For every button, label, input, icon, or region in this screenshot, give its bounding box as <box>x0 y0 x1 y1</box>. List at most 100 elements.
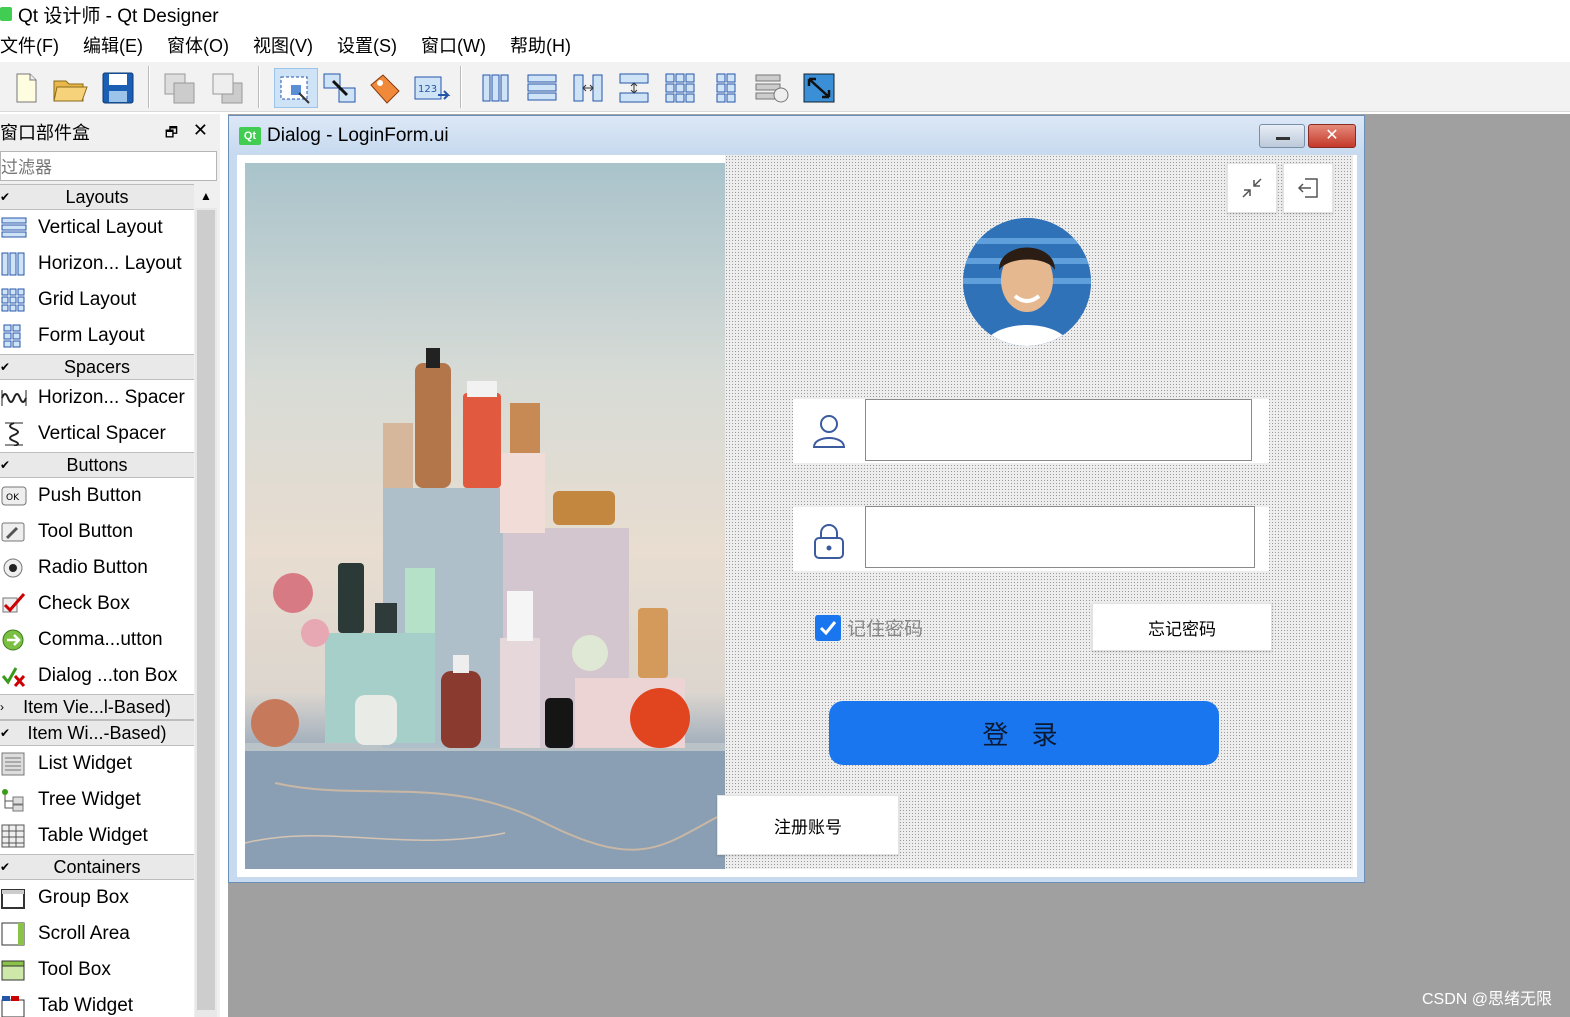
layout-form-icon[interactable] <box>706 68 746 108</box>
break-layout-icon[interactable] <box>752 68 792 108</box>
forgot-password-button[interactable]: 忘记密码 <box>1092 603 1272 651</box>
svg-text:123: 123 <box>418 84 437 95</box>
radio-button-icon <box>0 555 28 581</box>
widget-item-label: Grid Layout <box>38 289 137 310</box>
minimize-button[interactable] <box>1259 124 1305 148</box>
widget-filter-input[interactable] <box>0 151 217 181</box>
menu-bar: 文件(F) 编辑(E) 窗体(O) 视图(V) 设置(S) 窗口(W) 帮助(H… <box>0 30 595 60</box>
widget-item-horizon-spacer[interactable]: Horizon... Spacer <box>0 380 194 416</box>
minimize-form-button[interactable] <box>1227 163 1277 213</box>
menu-view[interactable]: 视图(V) <box>253 30 313 60</box>
menu-edit[interactable]: 编辑(E) <box>83 30 143 60</box>
collapse-arrows-icon <box>1242 178 1262 198</box>
layout-v-splitter-icon[interactable] <box>614 68 654 108</box>
dock-close-icon[interactable]: ✕ <box>193 120 208 141</box>
check-box-icon <box>0 591 28 617</box>
checkbox-checked-icon <box>815 614 841 641</box>
edit-widgets-icon[interactable] <box>274 68 318 108</box>
dock-float-icon[interactable]: 🗗 <box>165 122 178 146</box>
list-widget-icon <box>0 751 28 777</box>
category-expanded-icon: ✔ <box>0 860 11 874</box>
widget-item-tool-box[interactable]: Tool Box <box>0 952 194 988</box>
remember-checkbox[interactable]: 记住密码 <box>815 614 923 641</box>
category-label: Containers <box>53 857 141 877</box>
widget-item-label: Vertical Spacer <box>38 423 166 444</box>
category-item-wi-based[interactable]: ✔ Item Wi...-Based) <box>0 720 194 746</box>
open-form-icon[interactable] <box>50 68 90 108</box>
remember-label: 记住密码 <box>847 619 924 640</box>
scrollbar-thumb[interactable] <box>197 210 215 1010</box>
tool-box-icon <box>0 957 28 983</box>
layout-grid-icon[interactable] <box>660 68 700 108</box>
adjust-size-icon[interactable] <box>800 68 840 108</box>
category-label: Spacers <box>63 357 131 377</box>
tool-button-icon <box>0 519 28 545</box>
menu-window[interactable]: 窗口(W) <box>421 30 486 60</box>
category-layouts[interactable]: ✔ Layouts <box>0 184 194 210</box>
menu-form[interactable]: 窗体(O) <box>167 30 229 60</box>
category-spacers[interactable]: ✔ Spacers <box>0 354 194 380</box>
send-to-back-icon[interactable] <box>160 68 200 108</box>
edit-tab-order-icon[interactable]: 123 <box>412 68 452 108</box>
widget-item-vertical-spacer[interactable]: Vertical Spacer <box>0 416 194 452</box>
username-input[interactable] <box>865 399 1252 461</box>
widget-list-scrollbar[interactable]: ▲ <box>195 184 217 1017</box>
category-item-vie-l-based[interactable]: › Item Vie...l-Based) <box>0 694 194 720</box>
edit-buddies-icon[interactable] <box>366 68 406 108</box>
layout-horizontal-icon[interactable] <box>476 68 516 108</box>
watermark: CSDN @思绪无限 <box>1421 991 1552 1008</box>
widget-item-push-button[interactable]: OK Push Button <box>0 478 194 514</box>
edit-signals-slots-icon[interactable] <box>320 68 360 108</box>
layout-vertical-icon[interactable] <box>522 68 562 108</box>
widget-item-list-widget[interactable]: List Widget <box>0 746 194 782</box>
login-button[interactable]: 登 录 <box>829 701 1219 765</box>
exit-form-button[interactable] <box>1283 163 1333 213</box>
vertical-spacer-icon <box>0 421 28 447</box>
scroll-up-icon[interactable]: ▲ <box>195 184 217 208</box>
widget-item-radio-button[interactable]: Radio Button <box>0 550 194 586</box>
qt-icon: Qt <box>239 127 261 145</box>
widget-item-table-widget[interactable]: Table Widget <box>0 818 194 854</box>
widget-item-horizon-layout[interactable]: Horizon... Layout <box>0 246 194 282</box>
layout-h-splitter-icon[interactable] <box>568 68 608 108</box>
category-containers[interactable]: ✔ Containers <box>0 854 194 880</box>
menu-settings[interactable]: 设置(S) <box>337 30 397 60</box>
widget-item-tab-widget[interactable]: Tab Widget <box>0 988 194 1017</box>
widget-item-grid-layout[interactable]: Grid Layout <box>0 282 194 318</box>
widget-item-label: Form Layout <box>38 325 145 346</box>
password-input[interactable] <box>865 506 1255 568</box>
form-canvas: 记住密码 忘记密码 登 录 注册账号 <box>237 155 1357 877</box>
widget-item-vertical-layout[interactable]: Vertical Layout <box>0 210 194 246</box>
new-form-icon[interactable] <box>6 68 46 108</box>
category-label: Buttons <box>66 455 128 475</box>
widget-box-title: 窗口部件盒 <box>0 123 90 143</box>
widget-item-check-box[interactable]: Check Box <box>0 586 194 622</box>
category-collapsed-icon: › <box>0 700 4 714</box>
widget-item-tree-widget[interactable]: Tree Widget <box>0 782 194 818</box>
save-form-icon[interactable] <box>98 68 138 108</box>
bring-to-front-icon[interactable] <box>208 68 248 108</box>
menu-file[interactable]: 文件(F) <box>0 30 59 60</box>
widget-item-label: Table Widget <box>38 825 148 846</box>
form-title-bar: Qt Dialog - LoginForm.ui ✕ <box>229 116 1364 156</box>
widget-item-group-box[interactable]: Group Box <box>0 880 194 916</box>
widget-box-dock: 窗口部件盒 🗗 ✕ ✔ Layouts Vertical Layout Horizon… <box>0 114 220 1017</box>
tab-widget-icon <box>0 993 28 1017</box>
qt-designer-app-icon <box>0 7 12 21</box>
widget-box-header: 窗口部件盒 🗗 ✕ <box>0 118 218 146</box>
widget-item-scroll-area[interactable]: Scroll Area <box>0 916 194 952</box>
widget-item-label: Horizon... Layout <box>38 253 182 274</box>
widget-item-label: Group Box <box>38 887 129 908</box>
cosmetics-image <box>245 163 725 869</box>
close-button[interactable]: ✕ <box>1308 124 1356 148</box>
widget-item-form-layout[interactable]: Form Layout <box>0 318 194 354</box>
category-label: Item Vie...l-Based) <box>23 697 171 717</box>
widget-item-dialog-ton-box[interactable]: Dialog ...ton Box <box>0 658 194 694</box>
category-buttons[interactable]: ✔ Buttons <box>0 452 194 478</box>
menu-help[interactable]: 帮助(H) <box>510 30 571 60</box>
widget-item-comma-utton[interactable]: Comma...utton <box>0 622 194 658</box>
widget-item-label: Horizon... Spacer <box>38 387 185 408</box>
register-button[interactable]: 注册账号 <box>717 795 899 855</box>
widget-item-tool-button[interactable]: Tool Button <box>0 514 194 550</box>
widget-item-label: Tab Widget <box>38 995 134 1016</box>
